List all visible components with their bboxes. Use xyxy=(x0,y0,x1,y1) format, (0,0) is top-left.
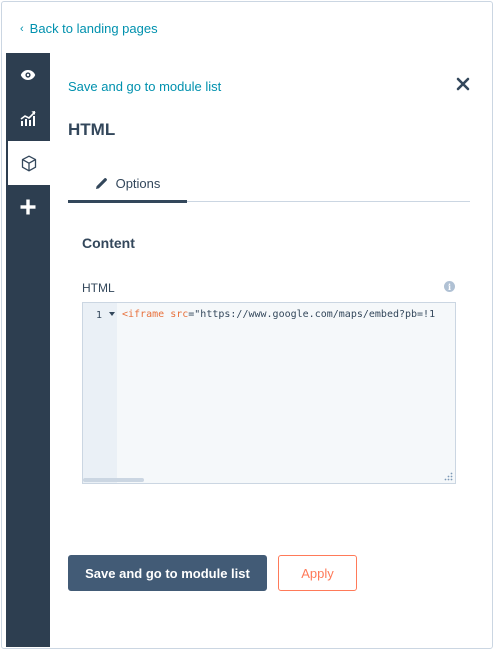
back-link-label: Back to landing pages xyxy=(29,21,158,36)
line-number: 1 xyxy=(96,310,103,321)
close-icon[interactable] xyxy=(455,76,471,92)
code-string-token: "https://www.google.com/maps/embed?pb=!1 xyxy=(194,309,436,320)
apply-button[interactable]: Apply xyxy=(278,555,357,591)
resize-handle-icon[interactable] xyxy=(444,472,453,481)
editor-gutter: 1 xyxy=(83,303,117,483)
pencil-icon xyxy=(95,177,107,189)
content-section-title: Content xyxy=(82,235,135,251)
plus-icon xyxy=(20,199,36,215)
code-tag-token: <iframe xyxy=(122,309,165,320)
html-code-editor[interactable]: 1 <iframe src="https://www.google.com/ma… xyxy=(82,302,456,484)
code-line[interactable]: <iframe src="https://www.google.com/maps… xyxy=(122,309,435,320)
tab-options[interactable]: Options xyxy=(68,164,187,203)
sidebar-rail xyxy=(6,53,50,647)
fold-toggle-icon[interactable] xyxy=(109,312,115,316)
rail-item-modules[interactable] xyxy=(6,141,50,185)
module-title: HTML xyxy=(68,120,116,139)
chevron-left-icon: ‹ xyxy=(20,22,24,35)
module-cube-icon xyxy=(21,155,37,171)
analytics-icon xyxy=(20,111,36,126)
save-and-go-to-module-list-button[interactable]: Save and go to module list xyxy=(68,555,267,591)
back-to-landing-pages-link[interactable]: ‹ Back to landing pages xyxy=(20,21,158,36)
save-and-go-to-module-list-link[interactable]: Save and go to module list xyxy=(68,79,221,94)
tab-options-label: Options xyxy=(115,175,161,191)
rail-item-add[interactable] xyxy=(6,185,50,229)
horizontal-scrollbar[interactable] xyxy=(83,478,144,482)
html-field-label: HTML xyxy=(82,281,115,295)
info-icon[interactable]: i xyxy=(444,281,455,292)
eye-icon xyxy=(20,70,36,80)
rail-item-preview[interactable] xyxy=(6,53,50,97)
rail-item-analytics[interactable] xyxy=(6,97,50,141)
code-attr-token: src xyxy=(170,309,189,320)
module-tabs: Options xyxy=(68,164,470,203)
active-tab-indicator xyxy=(68,200,187,203)
